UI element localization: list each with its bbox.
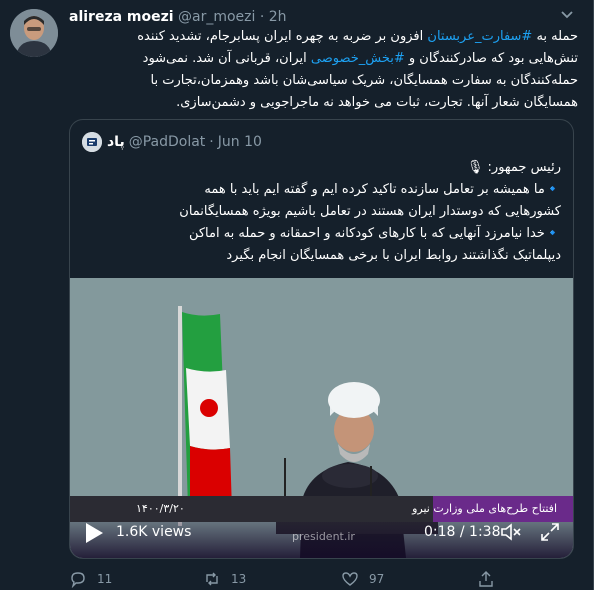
tweet-header: alireza moezi @ar_moezi · 2h <box>69 8 287 26</box>
retweet-icon <box>206 572 218 586</box>
hashtag-private-sector[interactable]: #بخش_خصوصی <box>311 51 405 66</box>
video-watermark: president.ir <box>292 530 355 543</box>
reply-icon <box>71 572 85 588</box>
reply-action[interactable]: 11 <box>69 570 112 588</box>
quoted-line-4-text: خدا نیامرزد آنهایی که با کارهای کودکانه … <box>188 226 545 241</box>
quoted-tweet-date[interactable]: Jun 10 <box>218 133 262 151</box>
share-action[interactable] <box>477 570 505 588</box>
quoted-author-avatar[interactable] <box>82 132 102 152</box>
retweet-count: 13 <box>231 572 247 586</box>
quoted-author-handle[interactable]: @PadDolat <box>129 133 206 151</box>
microphone-emoji-icon: 🎙 <box>466 160 484 175</box>
chyron-date: ۱۴۰۰/۳/۲۰ <box>136 502 185 515</box>
blue-diamond-icon: 🔹 <box>544 226 561 241</box>
author-name[interactable]: alireza moezi <box>69 9 174 25</box>
fullscreen-icon[interactable] <box>540 522 560 542</box>
video-player[interactable]: ۱۴۰۰/۳/۲۰ افتتاح طرح‌های ملی وزارت نیرو … <box>70 278 573 558</box>
like-action[interactable]: 97 <box>341 570 384 588</box>
quoted-line-1: رئیس جمهور: 🎙 <box>84 157 561 179</box>
tweet-text: حمله به #سفارت_عربستان افزون بر ضربه به … <box>69 26 578 114</box>
share-icon <box>479 571 493 587</box>
quoted-tweet-text: رئیس جمهور: 🎙 🔹ما همیشه بر تعامل سازنده … <box>84 157 561 267</box>
quoted-line-5: دیپلماتیک نگذاشتند روابط ایران با برخی ه… <box>226 248 561 263</box>
tweet[interactable]: alireza moezi @ar_moezi · 2h حمله به #سف… <box>0 0 594 590</box>
tweet-line-1: حمله به #سفارت_عربستان افزون بر ضربه به … <box>69 26 578 48</box>
quoted-tweet-header: پاد @PadDolat · Jun 10 <box>82 132 262 152</box>
video-duration: 0:18 / 1:38 <box>424 524 501 540</box>
quoted-header-separator: · <box>209 134 214 150</box>
hashtag-saudi-embassy[interactable]: #سفارت_عربستان <box>427 29 532 44</box>
pad-logo-icon <box>82 132 102 152</box>
tweet-line-2-post: ایران، قربانی آن شد. نمی‌شود <box>142 51 311 66</box>
quoted-author-name[interactable]: پاد <box>107 133 125 151</box>
header-separator: · <box>259 9 265 25</box>
reply-count: 11 <box>97 572 113 586</box>
author-avatar[interactable] <box>10 9 58 57</box>
view-count: 1.6K views <box>116 524 192 540</box>
tweet-line-2-pre: تنش‌هایی بود که صادرکنندگان و <box>404 51 578 66</box>
chevron-down-icon[interactable] <box>559 6 575 22</box>
heart-icon <box>342 572 358 586</box>
retweet-action[interactable]: 13 <box>203 570 246 588</box>
tweet-line-2: تنش‌هایی بود که صادرکنندگان و #بخش_خصوصی… <box>69 48 578 70</box>
tweet-line-4: همسایگان شعار آنها. تجارت، ثبات می خواهد… <box>176 95 578 110</box>
chyron-title: افتتاح طرح‌های ملی وزارت نیرو <box>412 502 557 515</box>
tweet-line-1-pre: حمله به <box>532 29 578 44</box>
quoted-line-4: 🔹خدا نیامرزد آنهایی که با کارهای کودکانه… <box>84 223 561 245</box>
like-count: 97 <box>369 572 385 586</box>
tweet-line-1-post: افزون بر ضربه به چهره ایران پسابرجام، تش… <box>137 29 428 44</box>
quoted-tweet[interactable]: پاد @PadDolat · Jun 10 رئیس جمهور: 🎙 🔹ما… <box>69 119 574 559</box>
tweet-line-3: حمله‌کنندگان به سفارت همسایگان، شریک سیا… <box>150 73 578 88</box>
video-chyron: ۱۴۰۰/۳/۲۰ افتتاح طرح‌های ملی وزارت نیرو <box>70 496 573 522</box>
volume-muted-icon[interactable] <box>500 522 522 542</box>
quoted-line-2: 🔹ما همیشه بر تعامل سازنده تاکید کرده ایم… <box>84 179 561 201</box>
avatar-photo <box>10 9 58 57</box>
tweet-actions: 11 13 97 <box>0 570 594 588</box>
tweet-time[interactable]: 2h <box>269 9 287 25</box>
quoted-line-1-text: رئیس جمهور: <box>487 160 561 175</box>
blue-diamond-icon: 🔹 <box>544 182 561 197</box>
author-handle[interactable]: @ar_moezi <box>178 9 255 25</box>
quoted-line-3: کشورهایی که دوستدار ایران هستند در تعامل… <box>179 204 561 219</box>
quoted-line-2-text: ما همیشه بر تعامل سازنده تاکید کرده ایم … <box>204 182 545 197</box>
play-icon[interactable] <box>84 522 104 544</box>
